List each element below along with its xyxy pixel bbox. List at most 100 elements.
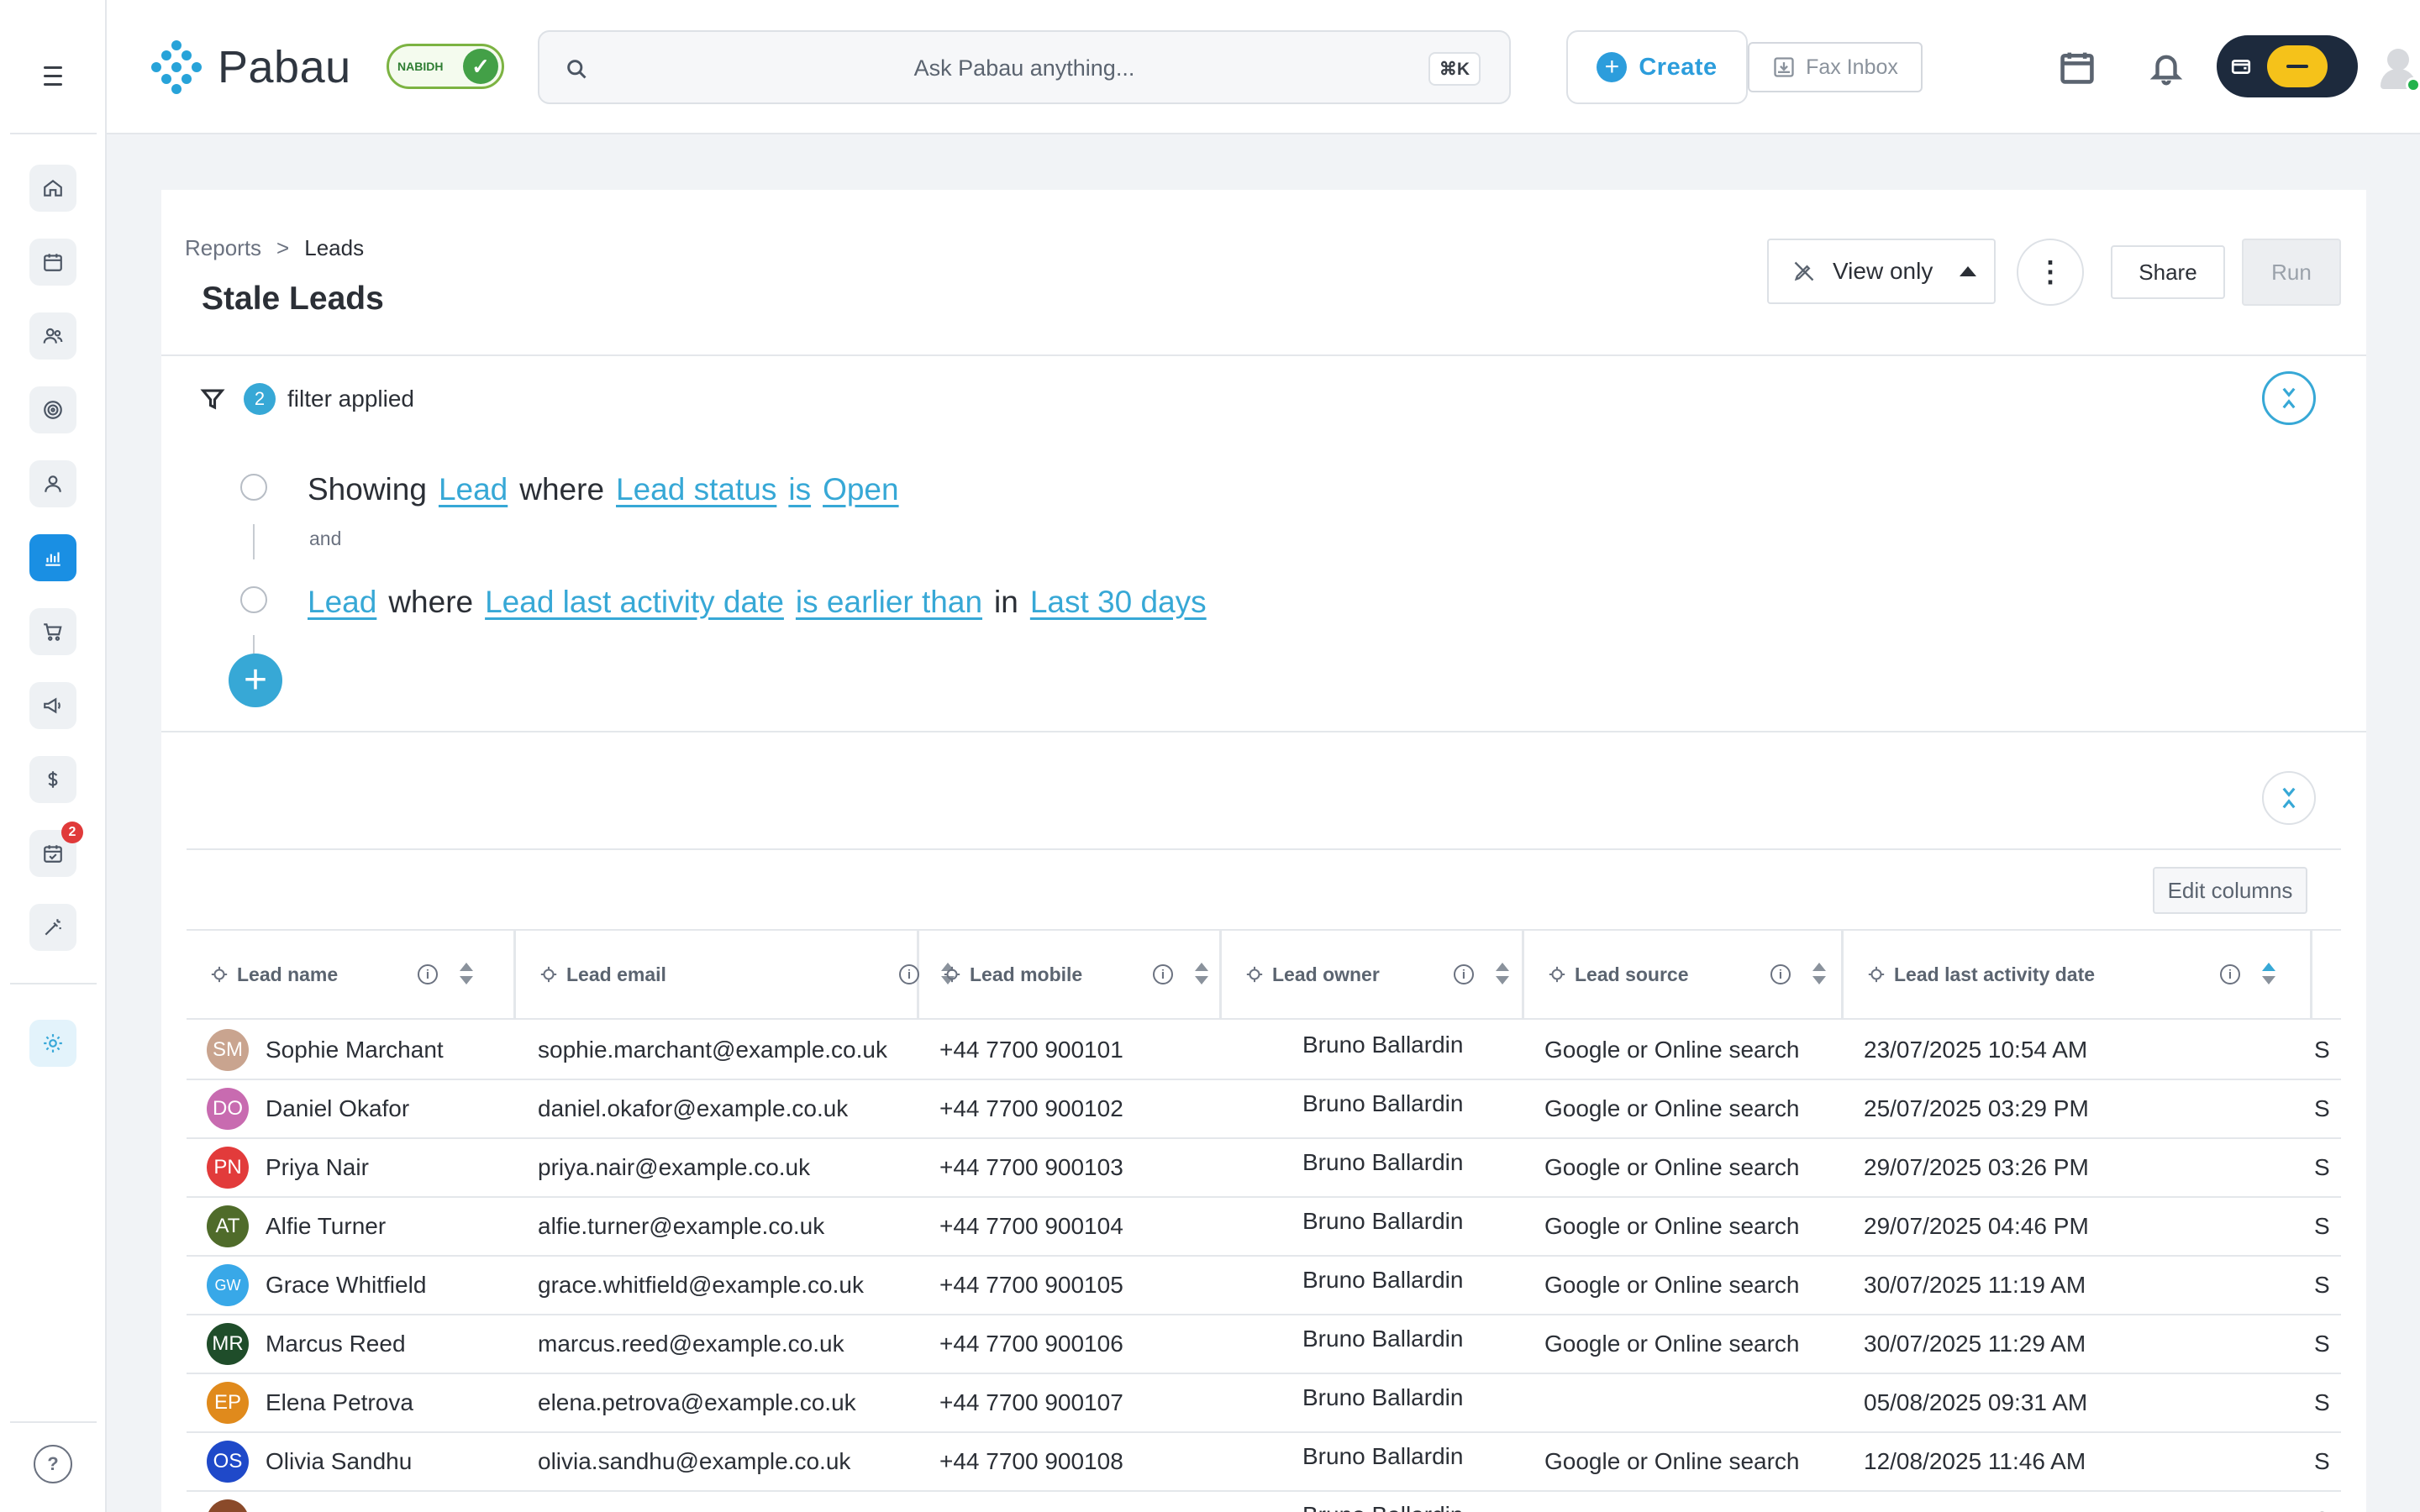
lead-name[interactable]: Elena Petrova <box>266 1389 413 1416</box>
avatar: PN <box>207 1147 249 1189</box>
table-row[interactable]: OS Olivia Sandhu olivia.sandhu@example.co.… <box>187 1433 2341 1492</box>
rule-field-link[interactable]: Lead last activity date <box>485 585 784 620</box>
sort-arrows-icon[interactable] <box>1812 963 1826 986</box>
info-icon[interactable]: i <box>899 964 919 984</box>
cell-email: daniel.okafor@example.co.uk <box>538 1095 849 1121</box>
sidebar-item-automation[interactable] <box>29 904 76 951</box>
bell-icon[interactable] <box>2149 47 2184 87</box>
sidebar-item-calendar[interactable] <box>29 239 76 286</box>
rule-entity-link[interactable]: Lead <box>439 472 508 507</box>
table-row[interactable]: GW Grace Whitfield grace.whitfield@example… <box>187 1257 2341 1315</box>
run-button[interactable]: Run <box>2242 239 2341 306</box>
rule-toggle-radio[interactable] <box>240 474 267 501</box>
calendar-icon[interactable] <box>2059 49 2096 86</box>
cell-lead-name: SM Sophie Marchant <box>207 1021 444 1079</box>
cell-overflow: S <box>2314 1389 2330 1415</box>
collapse-filters-button[interactable] <box>2262 371 2316 425</box>
rule-connector-line <box>253 635 255 654</box>
rule-connector-line <box>253 524 255 559</box>
cell-source: Google or Online search <box>1544 1037 1800 1063</box>
search-shortcut: ⌘K <box>1428 52 1481 86</box>
info-icon[interactable]: i <box>418 964 438 984</box>
lead-name[interactable]: Daniel Okafor <box>266 1095 409 1122</box>
cell-mobile: +44 7700 900104 <box>939 1213 1123 1239</box>
column-header[interactable]: Lead source i <box>1524 931 1844 1018</box>
leads-table: Lead name i Lead email i Lead mobile i Lead ow… <box>187 929 2341 1512</box>
sidebar-item-finance[interactable] <box>29 756 76 803</box>
add-filter-button[interactable]: + <box>229 654 282 707</box>
rule-where: where <box>519 472 605 507</box>
table-row[interactable]: DO Daniel Okafor daniel.okafor@example.co.… <box>187 1080 2341 1139</box>
lead-name[interactable]: Grace Whitfield <box>266 1272 426 1299</box>
sidebar-item-setup[interactable] <box>29 1020 76 1067</box>
lead-name[interactable]: Sophie Marchant <box>266 1037 444 1063</box>
rule-field-link[interactable]: Lead status <box>616 472 776 507</box>
cell-email: marcus.reed@example.co.uk <box>538 1331 844 1357</box>
cell-overflow: S <box>2314 1037 2330 1063</box>
column-header[interactable]: Lead name i <box>187 931 516 1018</box>
mode-toggle[interactable] <box>2217 35 2358 97</box>
column-header[interactable]: Lead owner i <box>1222 931 1524 1018</box>
rule-entity-link[interactable]: Lead <box>308 585 376 620</box>
lead-name[interactable]: Marcus Reed <box>266 1331 406 1357</box>
rule-in: in <box>994 585 1018 619</box>
search-bar[interactable]: Ask Pabau anything... ⌘K <box>538 30 1511 104</box>
sidebar-item-shop[interactable] <box>29 608 76 655</box>
sort-arrows-icon[interactable] <box>1496 963 1509 986</box>
edit-columns-button[interactable]: Edit columns <box>2153 867 2307 914</box>
help-icon[interactable]: ? <box>34 1445 72 1483</box>
cell-source: Google or Online search <box>1544 1213 1800 1239</box>
rule-toggle-radio[interactable] <box>240 586 267 613</box>
sidebar-item-tasks[interactable]: 2 <box>29 822 83 877</box>
lead-name[interactable]: Priya Nair <box>266 1154 369 1181</box>
breadcrumb-reports[interactable]: Reports <box>185 235 261 261</box>
table-row[interactable]: PN Priya Nair priya.nair@example.co.uk +44 … <box>187 1139 2341 1198</box>
info-icon[interactable]: i <box>1770 964 1791 984</box>
fax-inbox-button[interactable]: Fax Inbox <box>1748 42 1923 92</box>
pabau-logo[interactable]: Pabau <box>147 40 351 94</box>
cell-mobile: +44 7700 900105 <box>939 1272 1123 1298</box>
sidebar-item-reports[interactable] <box>29 534 76 581</box>
column-header[interactable]: Lead last activity date i <box>1844 931 2312 1018</box>
table-row[interactable]: EP Elena Petrova elena.petrova@example.co.… <box>187 1374 2341 1433</box>
avatar: OS <box>207 1441 249 1483</box>
table-row[interactable]: SM Sophie Marchant sophie.marchant@example… <box>187 1021 2341 1080</box>
column-header[interactable]: Lead mobile i <box>919 931 1222 1018</box>
sidebar-item-targets[interactable] <box>29 386 76 433</box>
info-icon[interactable]: i <box>1454 964 1474 984</box>
share-button[interactable]: Share <box>2111 245 2225 299</box>
lead-name[interactable]: Alfie Turner <box>266 1213 386 1240</box>
more-options-button[interactable]: ⋮ <box>2017 239 2084 306</box>
create-button[interactable]: + Create <box>1566 30 1748 104</box>
view-mode-dropdown[interactable]: View only <box>1767 239 1996 304</box>
collapse-chart-button[interactable] <box>2262 771 2316 825</box>
info-icon[interactable]: i <box>1153 964 1173 984</box>
cell-owner: Bruno Ballardin <box>1302 1032 1464 1058</box>
info-icon[interactable]: i <box>2220 964 2240 984</box>
cell-last-activity: 23/07/2025 10:54 AM <box>1864 1037 2088 1063</box>
column-header-overflow[interactable] <box>2312 931 2341 1018</box>
cell-email: elena.petrova@example.co.uk <box>538 1389 856 1415</box>
table-row[interactable]: MR Marcus Reed marcus.reed@example.co.uk +4… <box>187 1315 2341 1374</box>
lead-name[interactable]: Olivia Sandhu <box>266 1448 412 1475</box>
table-row[interactable]: AT Alfie Turner alfie.turner@example.co.uk… <box>187 1198 2341 1257</box>
sort-arrows-icon[interactable] <box>1195 963 1208 986</box>
rule-operator-link[interactable]: is earlier than <box>796 585 982 620</box>
rule-value-link[interactable]: Last 30 days <box>1030 585 1207 620</box>
sidebar-item-home[interactable] <box>29 165 76 212</box>
table-row[interactable]: Bruno Ballardin S <box>187 1492 2341 1512</box>
inbox-download-icon <box>1774 57 1794 77</box>
crosshair-icon <box>1548 965 1566 984</box>
avatar <box>207 1499 249 1512</box>
sidebar-item-contacts[interactable] <box>29 312 76 360</box>
user-avatar[interactable] <box>2377 44 2420 92</box>
sidebar-item-user[interactable] <box>29 460 76 507</box>
sort-arrows-icon[interactable] <box>460 963 473 986</box>
hamburger-menu-icon[interactable] <box>34 59 72 92</box>
sidebar-item-marketing[interactable] <box>29 682 76 729</box>
column-header[interactable]: Lead email i <box>516 931 955 1018</box>
cell-overflow: S <box>2314 1154 2330 1180</box>
rule-value-link[interactable]: Open <box>823 472 899 507</box>
rule-operator-link[interactable]: is <box>788 472 811 507</box>
sort-arrows-icon[interactable] <box>2262 963 2275 986</box>
